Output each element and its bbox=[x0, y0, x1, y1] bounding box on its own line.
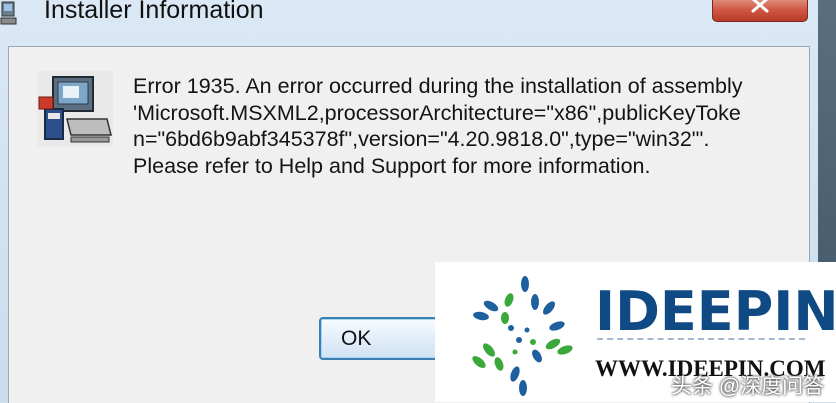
close-icon bbox=[751, 0, 769, 13]
error-message: Error 1935. An error occurred during the… bbox=[133, 73, 773, 179]
watermark-caption: 头条 @深度问答 bbox=[671, 375, 825, 398]
watermark-overlay: IDEEPIN WWW.IDEEPIN.COM 头条 @深度问答 bbox=[435, 262, 836, 402]
installer-computer-icon bbox=[37, 71, 113, 147]
title-bar[interactable]: Installer Information bbox=[0, 0, 836, 36]
close-button[interactable] bbox=[712, 0, 808, 22]
watermark-divider bbox=[597, 338, 805, 348]
watermark-brand: IDEEPIN bbox=[595, 280, 836, 343]
message-line: n="6bd6b9abf345378f",version="4.20.9818.… bbox=[133, 127, 710, 151]
window-title: Installer Information bbox=[44, 0, 264, 24]
installer-title-icon bbox=[0, 1, 17, 25]
message-line: 'Microsoft.MSXML2,processorArchitecture=… bbox=[133, 100, 741, 125]
message-line: Please refer to Help and Support for mor… bbox=[133, 153, 651, 178]
ideepin-logo-icon bbox=[472, 276, 573, 396]
message-line: Error 1935. An error occurred during the… bbox=[133, 74, 743, 98]
installer-dialog-window: Installer Information Error 1935. An err… bbox=[0, 0, 836, 403]
